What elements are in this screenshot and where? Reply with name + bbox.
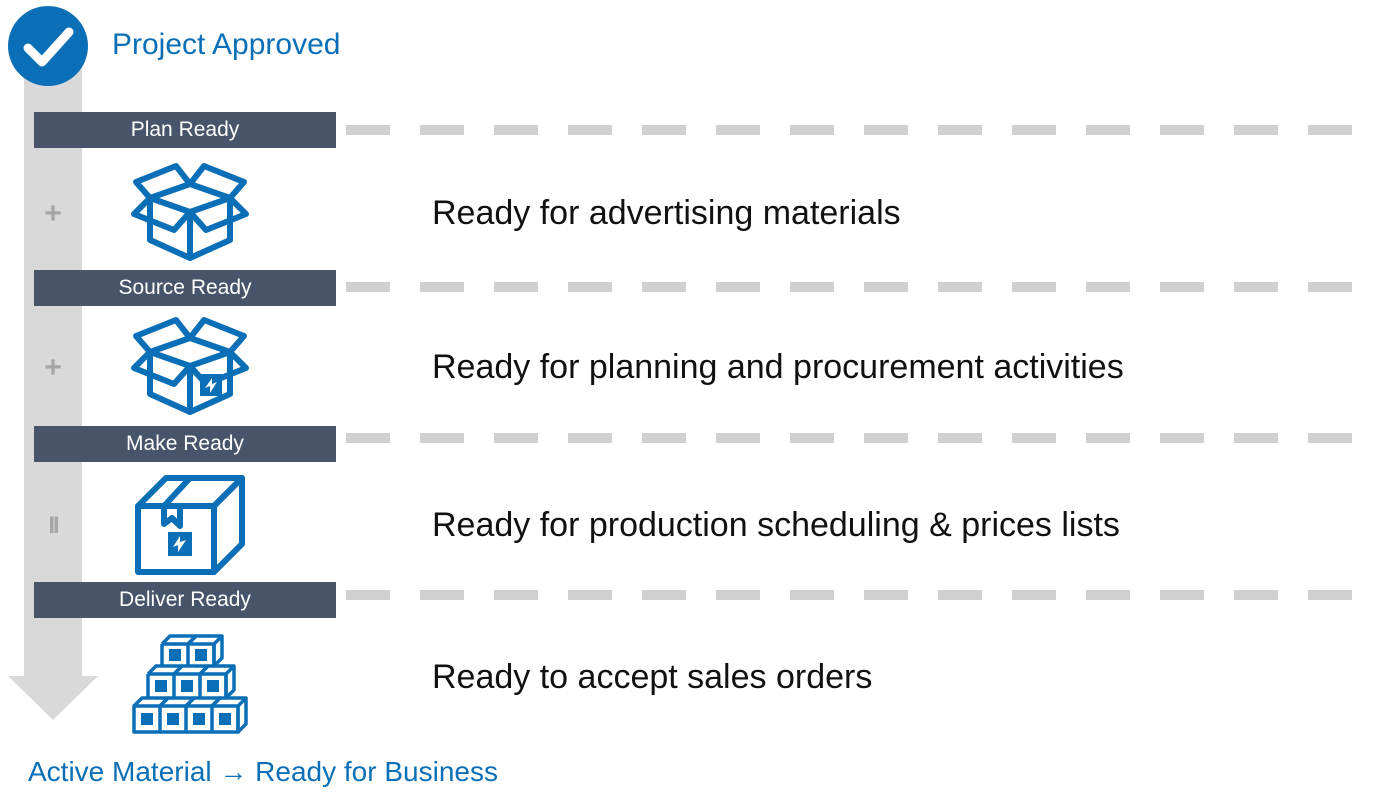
stage-bar-source-ready: Source Ready (34, 270, 336, 306)
stacked-boxes-icon (132, 634, 248, 734)
open-box-sync-icon (131, 317, 249, 415)
row-description: Ready to accept sales orders (432, 658, 873, 696)
row-description: Ready for advertising materials (432, 194, 901, 232)
approved-title: Project Approved (112, 28, 341, 61)
pause-icon: II (48, 512, 59, 539)
divider-dashed (346, 590, 1356, 600)
stage-bar-plan-ready: Plan Ready (34, 112, 336, 148)
row-description: Ready for production scheduling & prices… (432, 506, 1120, 544)
workflow-diagram: Project Approved Plan Ready Source Ready… (0, 0, 1379, 796)
closed-box-sync-icon (135, 475, 245, 575)
plus-icon: + (44, 351, 62, 384)
row-description: Ready for planning and procurement activ… (432, 348, 1124, 386)
divider-dashed (346, 282, 1356, 292)
flow-arrow-head (8, 676, 98, 720)
plus-icon: + (44, 197, 62, 230)
check-circle-icon (8, 6, 88, 86)
stage-bar-make-ready: Make Ready (34, 426, 336, 462)
stage-bar-deliver-ready: Deliver Ready (34, 582, 336, 618)
divider-dashed (346, 125, 1356, 135)
divider-dashed (346, 433, 1356, 443)
open-box-icon (131, 163, 249, 261)
footer-status: Active Material → Ready for Business (28, 756, 498, 787)
